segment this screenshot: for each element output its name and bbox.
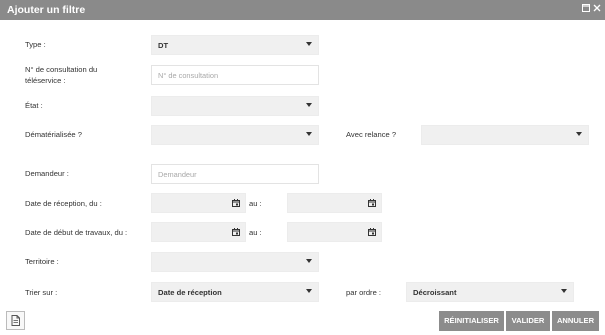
dialog-title: Ajouter un filtre (7, 4, 86, 16)
relance-label: Avec relance ? (346, 130, 397, 139)
trier-select[interactable]: Date de réception (151, 282, 319, 302)
order-select[interactable]: Décroissant (406, 282, 574, 302)
consultation-field[interactable] (151, 65, 319, 85)
territoire-label: Territoire : (25, 257, 59, 266)
chevron-down-icon (306, 259, 312, 263)
export-button[interactable] (6, 311, 25, 330)
date-reception-label: Date de réception, du : (25, 199, 102, 208)
demandeur-label: Demandeur : (25, 169, 69, 178)
trier-value: Date de réception (158, 288, 222, 297)
etat-label: État : (25, 101, 43, 110)
chevron-down-icon (306, 103, 312, 107)
date-travaux-au-label: au : (249, 228, 262, 237)
calendar-icon[interactable] (368, 228, 376, 236)
document-icon (11, 315, 20, 326)
demandeur-field[interactable] (151, 164, 319, 184)
date-reception-to[interactable] (287, 193, 382, 213)
dematerialisee-label: Dématérialisée ? (25, 130, 82, 139)
date-reception-au-label: au : (249, 199, 262, 208)
dialog-titlebar: Ajouter un filtre (0, 0, 605, 20)
trier-label: Trier sur : (25, 288, 58, 297)
calendar-icon[interactable] (232, 228, 240, 236)
dematerialisee-select[interactable] (151, 125, 319, 145)
relance-select[interactable] (421, 125, 589, 145)
chevron-down-icon (306, 289, 312, 293)
chevron-down-icon (561, 289, 567, 293)
consultation-input[interactable] (152, 66, 318, 84)
calendar-icon[interactable] (368, 199, 376, 207)
chevron-down-icon (576, 132, 582, 136)
validate-button[interactable]: VALIDER (506, 311, 550, 331)
date-reception-from[interactable] (151, 193, 246, 213)
type-select[interactable]: DT (151, 35, 319, 55)
consultation-label-line2: téléservice : (25, 76, 66, 85)
chevron-down-icon (306, 42, 312, 46)
type-label: Type : (25, 40, 46, 49)
date-travaux-to[interactable] (287, 222, 382, 242)
cancel-button[interactable]: ANNULER (552, 311, 599, 331)
date-travaux-label: Date de début de travaux, du : (25, 228, 128, 237)
etat-select[interactable] (151, 96, 319, 116)
reset-button[interactable]: RÉINITIALISER (439, 311, 504, 331)
date-travaux-from[interactable] (151, 222, 246, 242)
type-value: DT (158, 41, 169, 50)
chevron-down-icon (306, 132, 312, 136)
order-label: par ordre : (346, 288, 382, 297)
calendar-icon[interactable] (232, 199, 240, 207)
order-value: Décroissant (413, 288, 457, 297)
consultation-label-line1: N° de consultation du (25, 65, 98, 74)
close-icon[interactable] (591, 3, 603, 16)
territoire-select[interactable] (151, 252, 319, 272)
demandeur-input[interactable] (152, 165, 318, 183)
